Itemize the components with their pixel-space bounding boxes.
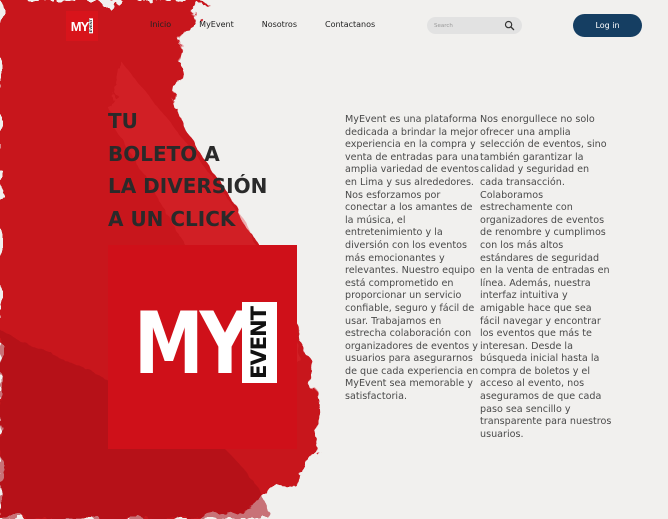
headline-line: TU [108,109,138,133]
nav-link-contactanos[interactable]: Contactanos [325,20,375,29]
logo-event-text: EVENT [88,18,94,34]
search-icon[interactable] [504,20,515,31]
hero-logo: MY EVENT [108,245,297,449]
nav-link-inicio[interactable]: Inicio [150,20,171,29]
about-paragraph-1: MyEvent es una plataforma dedicada a bri… [345,114,479,403]
brand-logo[interactable]: MY EVENT [66,11,98,41]
headline-line: LA DIVERSIÓN [108,174,268,198]
headline-line: BOLETO A [108,141,220,166]
search-input[interactable] [434,22,502,29]
hero-logo-event-box: EVENT [242,302,277,383]
logo-my-text: MY [70,18,89,34]
hero-headline: TU BOLETO A LA DIVERSIÓN A UN CLICK [108,105,267,235]
hero-logo-my-text: MY [134,293,250,394]
login-button[interactable]: Log in [573,14,642,37]
headline-line: A UN CLICK [108,206,236,231]
nav-menu: Inicio MyEvent Nosotros Contactanos [150,20,375,29]
hero-logo-event-text: EVENT [247,306,271,379]
top-navigation: MY EVENT Inicio MyEvent Nosotros Contact… [0,0,668,52]
nav-link-myevent[interactable]: MyEvent [199,20,234,29]
search-box [427,17,522,34]
about-paragraph-2: Nos enorgullece no solo ofrecer una ampl… [480,114,612,440]
nav-link-nosotros[interactable]: Nosotros [262,20,297,29]
